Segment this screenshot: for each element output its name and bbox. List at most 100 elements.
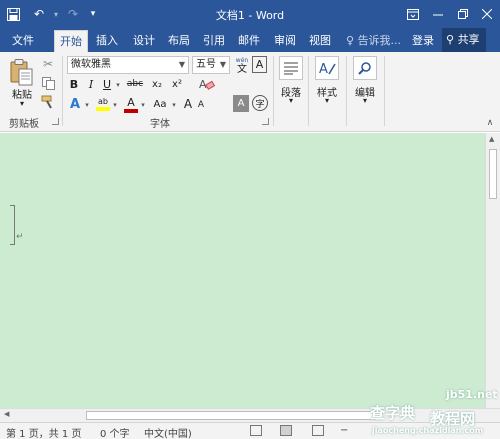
lightbulb-icon: ♀: [346, 34, 355, 47]
font-color-dropdown-icon[interactable]: ▾: [139, 98, 147, 112]
word-count[interactable]: 0 个字: [100, 425, 130, 439]
underline-dropdown-icon[interactable]: ▾: [114, 78, 122, 92]
editing-dropdown-icon[interactable]: ▾: [360, 96, 370, 105]
document-canvas[interactable]: ↵: [0, 133, 485, 408]
styles-dropdown-icon[interactable]: ▾: [322, 96, 332, 105]
shrink-font-button[interactable]: A: [195, 97, 207, 113]
highlight-color-button[interactable]: ab: [95, 94, 111, 114]
title-bar: ↶ ▾ ↷ ▾ 文档1 - Word: [0, 0, 500, 28]
clipboard-group-label: 剪贴板: [9, 119, 39, 130]
collapse-ribbon-icon[interactable]: ∧: [484, 118, 496, 128]
horizontal-scroll-thumb[interactable]: [86, 411, 376, 420]
paragraph-icon[interactable]: [279, 56, 303, 80]
save-icon[interactable]: [2, 0, 24, 28]
ribbon-home: 粘贴 ▾ ✂ 剪贴板 微软雅黑 ▼ 五号 ▼ wén 文 A B I U ▾ a…: [0, 52, 500, 132]
phonetic-guide-button[interactable]: wén 文: [233, 55, 251, 75]
grow-font-button[interactable]: A: [181, 95, 195, 113]
change-case-button[interactable]: Aa: [150, 95, 170, 113]
print-layout-icon[interactable]: [280, 425, 292, 436]
enclose-characters-button[interactable]: 字: [252, 95, 268, 111]
paste-dropdown-icon[interactable]: ▾: [16, 99, 28, 108]
tab-view[interactable]: 视图: [303, 30, 337, 52]
ribbon-display-options-icon[interactable]: [400, 0, 426, 28]
clear-formatting-icon[interactable]: A: [197, 75, 217, 93]
cut-icon[interactable]: ✂: [40, 56, 56, 72]
share-button[interactable]: ⚲ 共享: [442, 28, 486, 52]
font-size-value: 五号: [196, 59, 216, 70]
underline-button[interactable]: U: [100, 76, 114, 92]
font-launcher-icon[interactable]: [262, 118, 269, 125]
divider: [384, 56, 385, 126]
format-painter-icon[interactable]: [40, 94, 56, 110]
highlight-label: ab: [98, 97, 108, 106]
share-label: 共享: [457, 33, 480, 46]
vertical-scroll-thumb[interactable]: [489, 149, 497, 199]
person-icon: ⚲: [446, 33, 455, 46]
login-link[interactable]: 登录: [412, 30, 434, 52]
font-name-dropdown[interactable]: 微软雅黑 ▼: [67, 56, 189, 74]
tell-me-text: 告诉我...: [357, 34, 402, 47]
chevron-down-icon: ▼: [219, 60, 226, 69]
font-color-bar: [124, 108, 138, 113]
undo-icon[interactable]: ↶: [28, 0, 50, 28]
paste-icon[interactable]: [8, 58, 34, 86]
tell-me-box[interactable]: ♀ 告诉我...: [346, 30, 401, 52]
tab-mailings[interactable]: 邮件: [232, 30, 266, 52]
tab-layout[interactable]: 布局: [162, 30, 196, 52]
text-effects-icon[interactable]: A: [67, 95, 83, 113]
tab-review[interactable]: 审阅: [268, 30, 302, 52]
highlight-color-bar: [96, 107, 110, 111]
paragraph-mark-icon: ↵: [16, 232, 24, 242]
restore-icon[interactable]: [450, 0, 476, 28]
page-count[interactable]: 第 1 页，共 1 页: [6, 425, 81, 439]
tab-design[interactable]: 设计: [127, 30, 161, 52]
close-icon[interactable]: [474, 0, 500, 28]
divider: [308, 56, 309, 126]
tab-home[interactable]: 开始: [54, 30, 88, 52]
margin-corner-mark: [10, 205, 15, 245]
undo-dropdown-icon[interactable]: ▾: [50, 0, 62, 28]
redo-icon[interactable]: ↷: [62, 0, 84, 28]
search-icon[interactable]: [353, 56, 377, 80]
styles-icon[interactable]: A: [315, 56, 339, 80]
horizontal-scrollbar[interactable]: ◀: [0, 408, 500, 422]
divider: [62, 56, 63, 126]
web-layout-icon[interactable]: [312, 425, 324, 436]
character-border-button[interactable]: A: [252, 56, 267, 73]
highlight-dropdown-icon[interactable]: ▾: [111, 98, 119, 112]
italic-button[interactable]: I: [84, 76, 98, 92]
read-mode-icon[interactable]: [250, 425, 262, 436]
font-group-label: 字体: [150, 119, 170, 130]
customize-icon[interactable]: ▾: [86, 0, 100, 28]
subscript-button[interactable]: x₂: [148, 76, 166, 92]
superscript-button[interactable]: x²: [168, 76, 186, 92]
font-size-dropdown[interactable]: 五号 ▼: [192, 56, 230, 74]
paragraph-dropdown-icon[interactable]: ▾: [286, 96, 296, 105]
change-case-dropdown-icon[interactable]: ▾: [170, 98, 178, 112]
bold-button[interactable]: B: [67, 76, 81, 92]
clipboard-launcher-icon[interactable]: [52, 118, 59, 125]
minimize-icon[interactable]: [425, 0, 451, 28]
ribbon-tabs: 文件 开始 插入 设计 布局 引用 邮件 审阅 视图 ♀ 告诉我... 登录 ⚲…: [0, 28, 500, 52]
font-color-button[interactable]: A: [123, 94, 139, 114]
text-effects-dropdown-icon[interactable]: ▾: [83, 98, 91, 112]
svg-text:A: A: [319, 62, 328, 76]
status-bar: 第 1 页，共 1 页 0 个字 中文(中国) −: [0, 422, 500, 439]
scroll-up-icon[interactable]: ▲: [489, 135, 494, 143]
chevron-down-icon: ▼: [178, 60, 185, 69]
vertical-scrollbar[interactable]: ▲: [485, 133, 500, 408]
divider: [273, 56, 274, 126]
tab-references[interactable]: 引用: [197, 30, 231, 52]
character-shading-button[interactable]: A: [233, 95, 249, 112]
language-indicator[interactable]: 中文(中国): [144, 425, 192, 439]
divider: [346, 56, 347, 126]
tab-file[interactable]: 文件: [6, 30, 40, 52]
scroll-left-icon[interactable]: ◀: [4, 410, 9, 418]
strikethrough-button[interactable]: abc: [124, 76, 146, 92]
font-color-label: A: [127, 95, 135, 109]
tab-insert[interactable]: 插入: [90, 30, 124, 52]
font-name-value: 微软雅黑: [71, 59, 111, 70]
copy-icon[interactable]: [40, 75, 56, 91]
zoom-out-icon[interactable]: −: [340, 425, 348, 436]
phonetic-guide-char: 文: [237, 64, 247, 75]
